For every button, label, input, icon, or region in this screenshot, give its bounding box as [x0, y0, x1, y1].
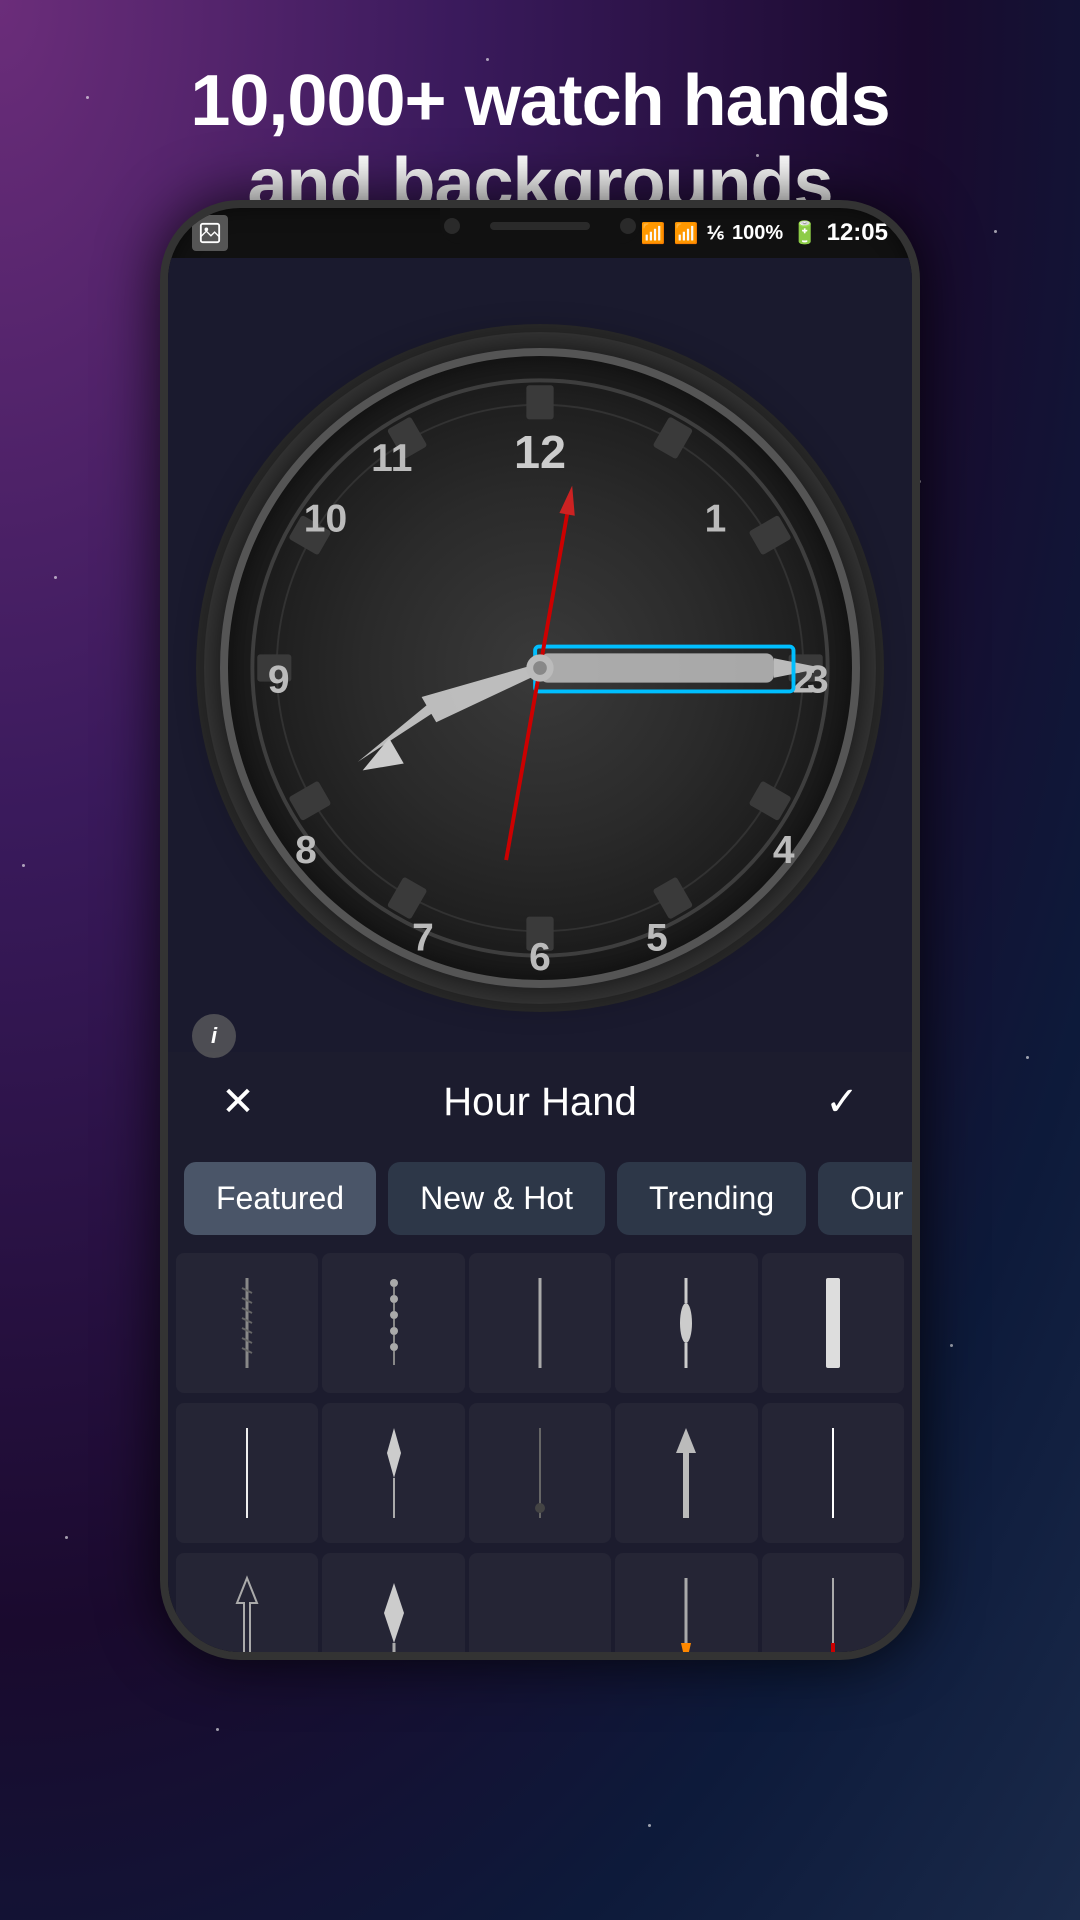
- hand-item[interactable]: [176, 1403, 318, 1543]
- hands-grid-row3: [168, 1545, 912, 1660]
- tab-trending[interactable]: Trending: [617, 1162, 806, 1235]
- cancel-button[interactable]: ✕: [208, 1072, 268, 1132]
- battery-percent: 100%: [732, 222, 783, 245]
- battery-icon: 🔋: [791, 220, 818, 246]
- status-left: [192, 215, 228, 251]
- svg-text:5: 5: [646, 917, 668, 960]
- hand-item[interactable]: [615, 1553, 757, 1660]
- svg-text:12: 12: [514, 426, 566, 478]
- status-right: 📶 📶 ⅙ 100% 🔋 12:05: [641, 219, 888, 247]
- svg-text:10: 10: [304, 498, 347, 541]
- bottom-panel: ✕ Hour Hand ✓ Featured New & Hot Trendin…: [168, 1052, 912, 1652]
- clock-svg: 12 1 2 3 4 5 6 7 8 9 10 11: [228, 356, 852, 980]
- hand-item[interactable]: [615, 1403, 757, 1543]
- confirm-button[interactable]: ✓: [812, 1072, 872, 1132]
- hand-item[interactable]: [469, 1553, 611, 1660]
- wifi-icon: 📶: [674, 221, 699, 246]
- hand-item[interactable]: [762, 1403, 904, 1543]
- tab-new-hot[interactable]: New & Hot: [388, 1162, 605, 1235]
- hand-item[interactable]: [176, 1253, 318, 1393]
- hand-item[interactable]: [469, 1403, 611, 1543]
- tab-our-pic[interactable]: Our Pic: [818, 1162, 912, 1235]
- hand-item[interactable]: [322, 1553, 464, 1660]
- action-bar: ✕ Hour Hand ✓: [168, 1052, 912, 1152]
- hand-item[interactable]: [469, 1253, 611, 1393]
- info-button[interactable]: i: [192, 1014, 236, 1058]
- clock-face: 12 1 2 3 4 5 6 7 8 9 10 11: [220, 348, 860, 988]
- status-bar: 📶 📶 ⅙ 100% 🔋 12:05: [168, 208, 912, 258]
- hand-item[interactable]: [762, 1553, 904, 1660]
- hour-hand-graphic: [346, 638, 548, 783]
- side-button: [914, 408, 920, 488]
- hands-grid-row2: [168, 1395, 912, 1545]
- svg-text:7: 7: [412, 917, 434, 960]
- svg-text:8: 8: [295, 829, 317, 872]
- hand-item[interactable]: [762, 1253, 904, 1393]
- clock-area: 12 1 2 3 4 5 6 7 8 9 10 11: [168, 258, 912, 1078]
- svg-text:9: 9: [268, 658, 290, 701]
- hand-item[interactable]: [615, 1253, 757, 1393]
- minute-hand-group: [535, 647, 823, 692]
- hand-item[interactable]: [322, 1253, 464, 1393]
- svg-text:4: 4: [773, 829, 795, 872]
- phone-frame: 📶 📶 ⅙ 100% 🔋 12:05: [160, 200, 920, 1660]
- tab-featured[interactable]: Featured: [184, 1162, 376, 1235]
- svg-text:1: 1: [705, 498, 727, 541]
- time-display: 12:05: [827, 219, 888, 247]
- headline-line1: 10,000+ watch hands: [190, 61, 889, 141]
- bluetooth-icon: 📶: [641, 221, 666, 246]
- svg-text:3: 3: [807, 658, 829, 701]
- svg-text:11: 11: [371, 437, 412, 480]
- wallpaper-icon: [192, 215, 228, 251]
- signal-icon: ⅙: [707, 223, 724, 244]
- hands-grid-row1: [168, 1245, 912, 1395]
- svg-text:6: 6: [529, 936, 551, 979]
- hand-item[interactable]: [176, 1553, 318, 1660]
- panel-title: Hour Hand: [443, 1080, 636, 1125]
- hand-item[interactable]: [322, 1403, 464, 1543]
- tab-bar: Featured New & Hot Trending Our Pic: [168, 1152, 912, 1245]
